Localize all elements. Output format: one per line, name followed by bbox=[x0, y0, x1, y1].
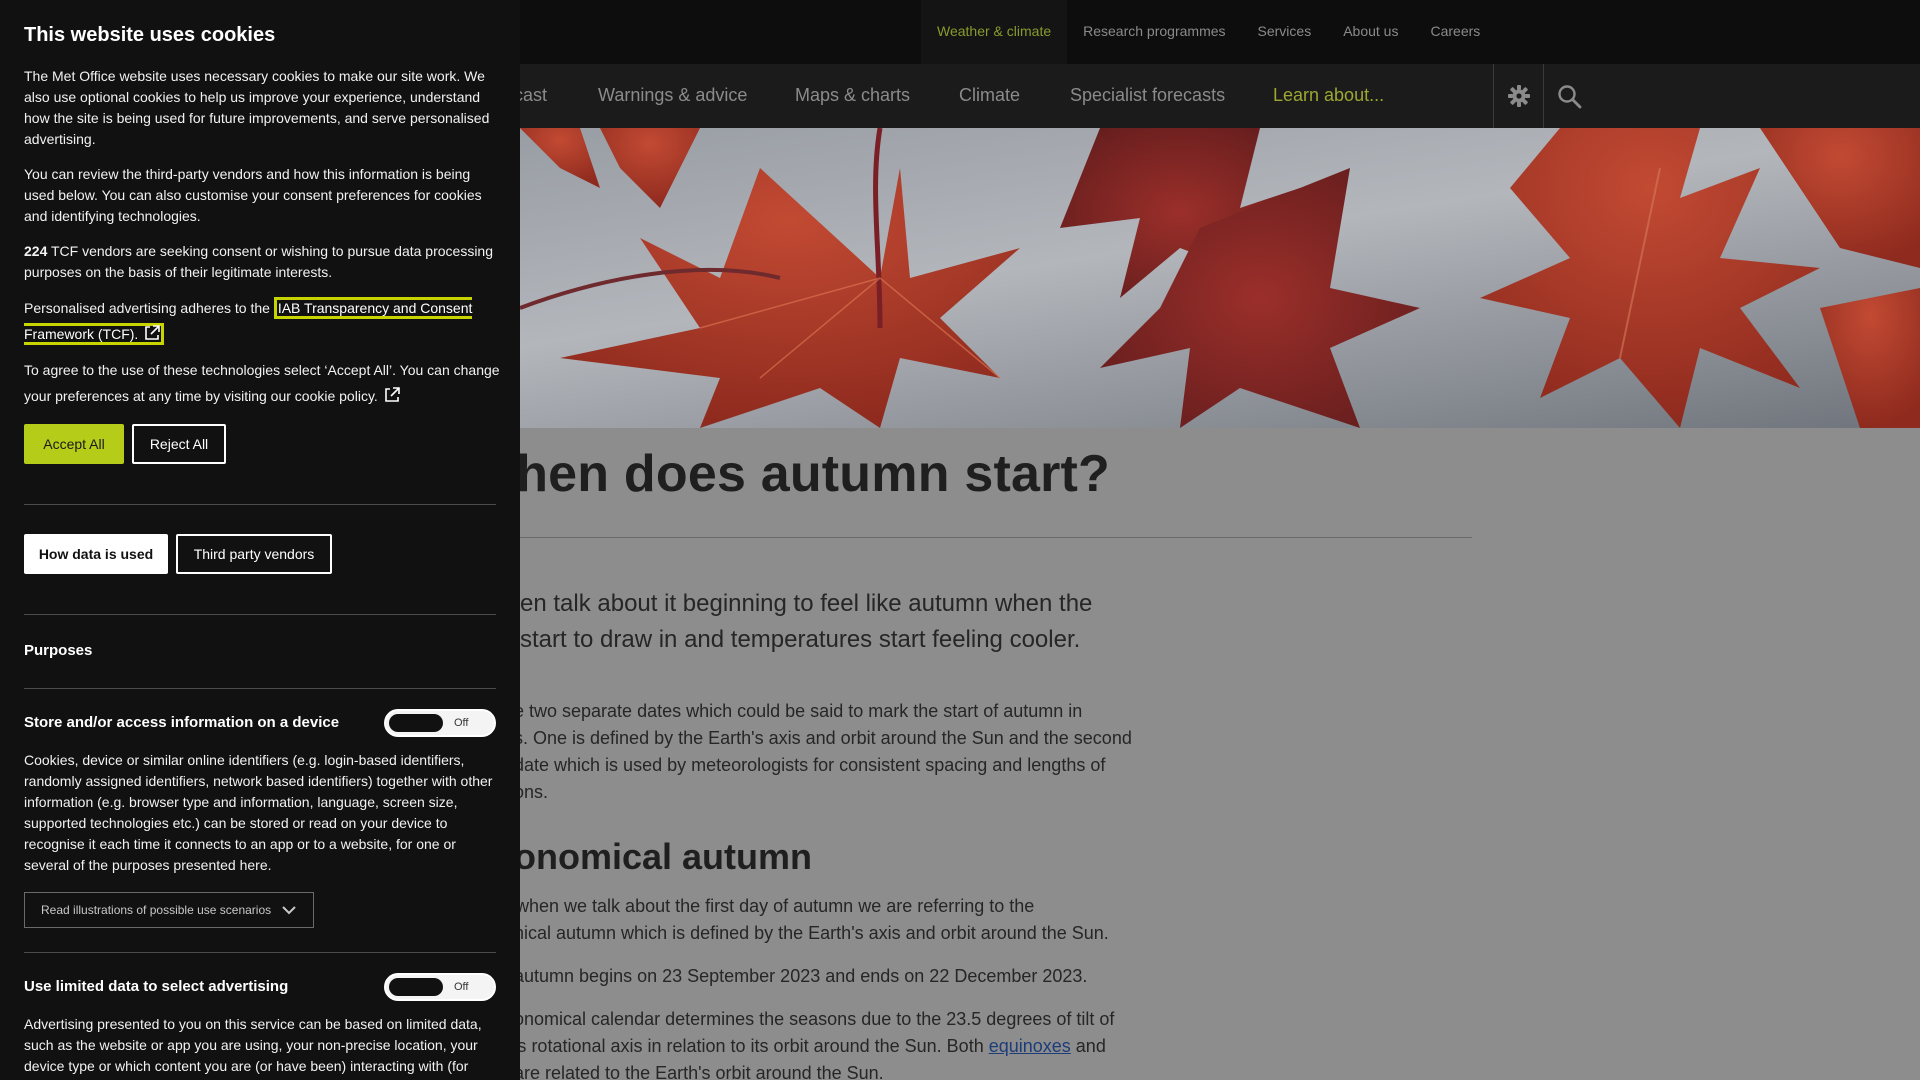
utility-nav: Weather & climate Research programmes Se… bbox=[921, 0, 1496, 64]
purpose-limited-data-toggle[interactable]: Off bbox=[384, 973, 496, 1001]
util-nav-about-us[interactable]: About us bbox=[1327, 0, 1414, 64]
cookie-divider bbox=[24, 504, 496, 505]
lead-line-1: en talk about it beginning to feel like … bbox=[520, 590, 1093, 617]
util-nav-weather-climate[interactable]: Weather & climate bbox=[921, 0, 1068, 64]
cookie-advertising-text: Personalised advertising adheres to the … bbox=[24, 295, 500, 347]
section-heading-astronomical-autumn: onomical autumn bbox=[514, 836, 813, 877]
consent-text-body: To agree to the use of these technologie… bbox=[24, 362, 500, 404]
third-party-vendors-tab[interactable]: Third party vendors bbox=[176, 534, 332, 574]
main-nav-learn-about[interactable]: Learn about... bbox=[1273, 64, 1384, 128]
calendar-line-2-text: 's rotational axis in relation to its or… bbox=[514, 1036, 989, 1056]
astro-line-1: when we talk about the first day of autu… bbox=[516, 896, 1035, 916]
toggle-knob bbox=[389, 714, 443, 732]
cookie-policy-external-link-icon[interactable] bbox=[384, 387, 400, 403]
external-link-icon bbox=[145, 325, 161, 340]
calendar-line-1: onomical calendar determines the seasons… bbox=[514, 1009, 1115, 1029]
cookie-consent-panel: This website uses cookies The Met Office… bbox=[0, 0, 520, 1080]
autumn-dates-line: autumn begins on 23 September 2023 and e… bbox=[514, 966, 1088, 986]
cookie-consent-text: To agree to the use of these technologie… bbox=[24, 357, 500, 409]
gear-icon bbox=[1508, 85, 1530, 107]
cookie-divider bbox=[24, 952, 496, 953]
search-button[interactable] bbox=[1543, 64, 1593, 128]
reject-all-button[interactable]: Reject All bbox=[132, 424, 226, 464]
calendar-line-2: 's rotational axis in relation to its or… bbox=[514, 1033, 1106, 1060]
main-nav-climate[interactable]: Climate bbox=[959, 64, 1020, 128]
main-nav-maps-charts[interactable]: Maps & charts bbox=[795, 64, 910, 128]
read-use-scenarios-label: Read illustrations of possible use scena… bbox=[41, 903, 272, 917]
cookie-tcf-vendors-text: 224 TCF vendors are seeking consent or w… bbox=[24, 241, 500, 283]
intro-line-3: date which is used by meteorologists for… bbox=[514, 755, 1106, 775]
util-nav-research-programmes[interactable]: Research programmes bbox=[1067, 0, 1241, 64]
calendar-line-3: are related to the Earth's orbit around … bbox=[514, 1063, 884, 1083]
accept-all-button[interactable]: Accept All bbox=[24, 424, 124, 464]
intro-line-2: s. One is defined by the Earth's axis an… bbox=[514, 728, 1132, 748]
vendor-count: 224 bbox=[24, 243, 48, 259]
search-icon bbox=[1558, 85, 1582, 109]
calendar-line-2-end: and bbox=[1070, 1036, 1106, 1056]
toggle-state-label: Off bbox=[454, 981, 469, 993]
intro-line-1: e two separate dates which could be said… bbox=[514, 701, 1083, 721]
purposes-heading: Purposes bbox=[24, 642, 93, 659]
read-use-scenarios-button[interactable]: Read illustrations of possible use scena… bbox=[24, 892, 314, 928]
chevron-down-icon bbox=[282, 906, 296, 915]
purpose-store-access-description: Cookies, device or similar online identi… bbox=[24, 752, 493, 873]
cookie-panel-title: This website uses cookies bbox=[24, 24, 276, 46]
lead-line-2: start to draw in and temperatures start … bbox=[520, 626, 1081, 653]
purpose-store-access-toggle[interactable]: Off bbox=[384, 709, 496, 737]
purpose-limited-data-title: Use limited data to select advertising bbox=[24, 978, 289, 995]
main-nav-specialist-forecasts[interactable]: Specialist forecasts bbox=[1070, 64, 1225, 128]
equinoxes-link[interactable]: equinoxes bbox=[989, 1036, 1071, 1056]
astro-line-2: nical autumn which is defined by the Ear… bbox=[514, 923, 1109, 943]
util-nav-services[interactable]: Services bbox=[1242, 0, 1328, 64]
cookie-divider bbox=[24, 614, 496, 615]
cookie-intro-text: The Met Office website uses necessary co… bbox=[24, 68, 490, 147]
title-divider bbox=[520, 537, 1472, 538]
advertising-text-pre: Personalised advertising adheres to the bbox=[24, 300, 274, 316]
purpose-limited-data-description: Advertising presented to you on this ser… bbox=[24, 1016, 482, 1074]
toggle-knob bbox=[389, 978, 443, 996]
how-data-is-used-tab[interactable]: How data is used bbox=[24, 534, 168, 574]
cookie-vendors-text: You can review the third-party vendors a… bbox=[24, 166, 482, 224]
tcf-vendors-rest: TCF vendors are seeking consent or wishi… bbox=[24, 243, 494, 280]
toggle-state-label: Off bbox=[454, 717, 469, 729]
purpose-store-access-title: Store and/or access information on a dev… bbox=[24, 714, 340, 731]
settings-button[interactable] bbox=[1493, 64, 1543, 128]
cookie-divider bbox=[24, 688, 496, 689]
main-nav-warnings-advice[interactable]: Warnings & advice bbox=[598, 64, 747, 128]
util-nav-careers[interactable]: Careers bbox=[1414, 0, 1496, 64]
